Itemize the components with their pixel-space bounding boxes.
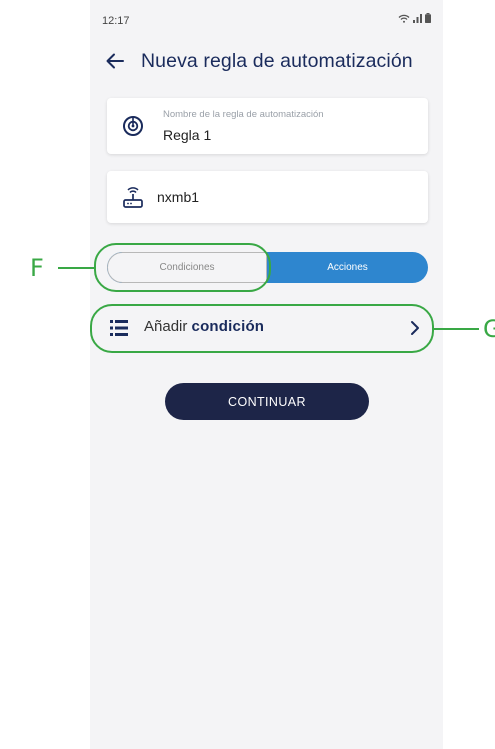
annotation-g-label: G bbox=[483, 315, 495, 343]
router-icon bbox=[123, 187, 143, 208]
phone-screen: 12:17 Nueva regla de automatización Nomb… bbox=[90, 0, 443, 749]
page-title: Nueva regla de automatización bbox=[141, 50, 413, 72]
app-header: Nueva regla de automatización bbox=[90, 46, 443, 76]
status-time: 12:17 bbox=[102, 15, 130, 27]
signal-icon bbox=[413, 14, 422, 23]
device-selector[interactable]: nxmb1 bbox=[107, 171, 428, 223]
device-name: nxmb1 bbox=[157, 189, 200, 205]
tab-actions[interactable]: Acciones bbox=[267, 252, 428, 283]
battery-icon bbox=[425, 13, 431, 23]
rule-name-field[interactable]: Nombre de la regla de automatización Reg… bbox=[107, 98, 428, 154]
rule-name-value[interactable]: Regla 1 bbox=[163, 127, 211, 143]
annotation-f-label: F bbox=[30, 254, 44, 282]
status-bar: 12:17 bbox=[90, 0, 443, 36]
continue-button[interactable]: CONTINUAR bbox=[165, 383, 369, 420]
annotation-g-highlight bbox=[90, 304, 434, 353]
annotation-f-pointer bbox=[58, 267, 95, 269]
rule-name-label: Nombre de la regla de automatización bbox=[163, 109, 324, 120]
annotation-f-highlight bbox=[94, 243, 271, 292]
automation-rule-icon bbox=[123, 116, 143, 136]
annotation-g-pointer bbox=[433, 328, 479, 330]
wifi-icon bbox=[398, 14, 410, 23]
back-arrow-icon[interactable] bbox=[104, 50, 126, 72]
status-icons bbox=[398, 13, 431, 23]
